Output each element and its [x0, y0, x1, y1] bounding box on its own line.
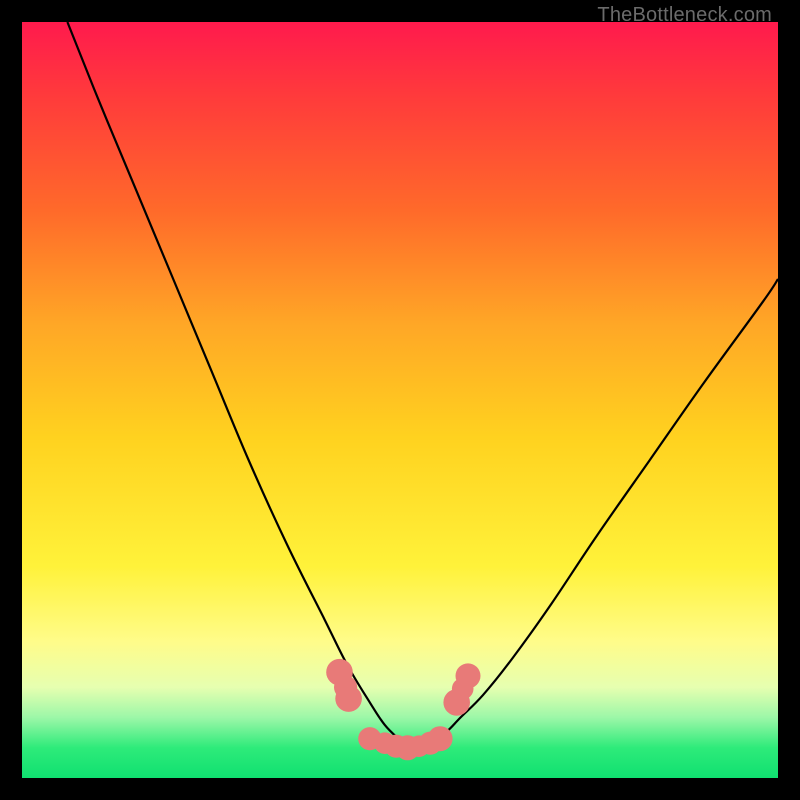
optimal-marker	[456, 663, 481, 688]
chart-svg	[22, 22, 778, 778]
plot-area	[22, 22, 778, 778]
attribution-text: TheBottleneck.com	[597, 4, 772, 27]
optimal-region-markers	[326, 659, 480, 760]
optimal-marker	[335, 685, 362, 712]
mismatch-curve	[67, 22, 778, 749]
optimal-marker	[428, 726, 453, 751]
chart-frame: TheBottleneck.com	[0, 0, 800, 800]
